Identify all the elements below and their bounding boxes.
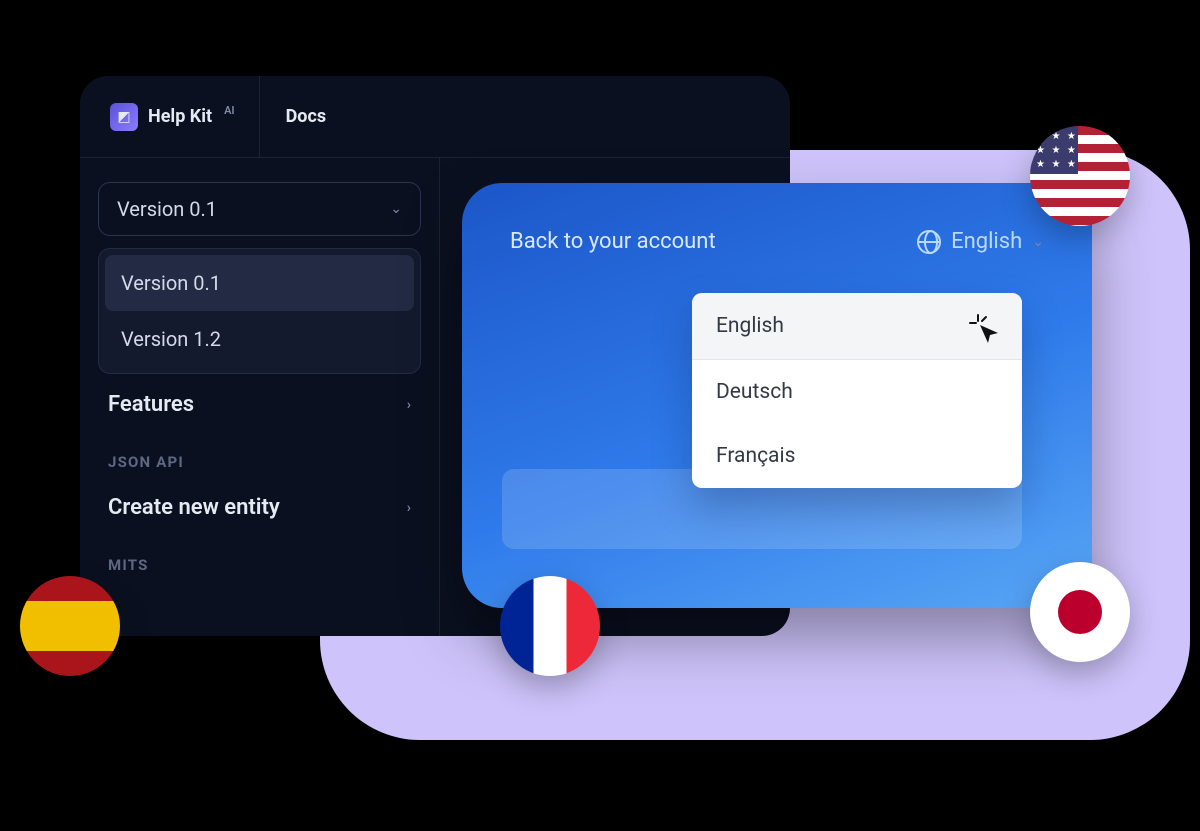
sidebar-item-create-entity[interactable]: Create new entity › [98,477,421,532]
cursor-click-icon [972,313,998,339]
globe-icon [917,230,941,254]
flag-fr-icon [500,576,600,676]
chevron-right-icon: › [407,500,411,516]
language-option-label: English [716,314,784,338]
flag-us-icon [1030,126,1130,226]
sidebar-section-limits: MITS [98,532,421,580]
language-option-label: Français [716,444,795,468]
brand-name: Help Kit [148,106,212,127]
sidebar-item-label: Features [108,392,194,417]
language-panel-header: Back to your account English ⌄ [510,229,1044,254]
version-select-label: Version 0.1 [117,197,217,221]
language-option-label: Deutsch [716,380,793,404]
brand[interactable]: ◩ Help Kit AI [110,76,260,157]
language-option[interactable]: Français [692,424,1022,488]
nav-docs[interactable]: Docs [286,106,326,127]
sidebar-section-json-api: JSON API [98,429,421,477]
back-to-account-link[interactable]: Back to your account [510,229,716,254]
version-option[interactable]: Version 1.2 [105,311,414,367]
chevron-down-icon: ⌄ [1032,234,1044,250]
sidebar: Version 0.1 ⌄ Version 0.1 Version 1.2 Fe… [80,158,440,636]
language-dropdown: English Deutsch Français [692,293,1022,488]
flag-jp-icon [1030,562,1130,662]
language-panel: Back to your account English ⌄ English [462,183,1092,608]
version-options: Version 0.1 Version 1.2 [98,248,421,374]
chevron-down-icon: ⌄ [390,201,402,217]
sidebar-item-features[interactable]: Features › [98,374,421,429]
language-option[interactable]: Deutsch [692,360,1022,424]
flag-es-icon [20,576,120,676]
sidebar-item-label: Create new entity [108,495,280,520]
version-option[interactable]: Version 0.1 [105,255,414,311]
version-select[interactable]: Version 0.1 ⌄ [98,182,421,236]
language-current: English [951,229,1022,254]
app-header: ◩ Help Kit AI Docs [80,76,790,158]
brand-suffix: AI [224,104,235,117]
language-switcher[interactable]: English ⌄ [917,229,1044,254]
chevron-right-icon: › [407,397,411,413]
brand-logo-icon: ◩ [110,103,138,131]
language-option[interactable]: English [692,293,1022,360]
